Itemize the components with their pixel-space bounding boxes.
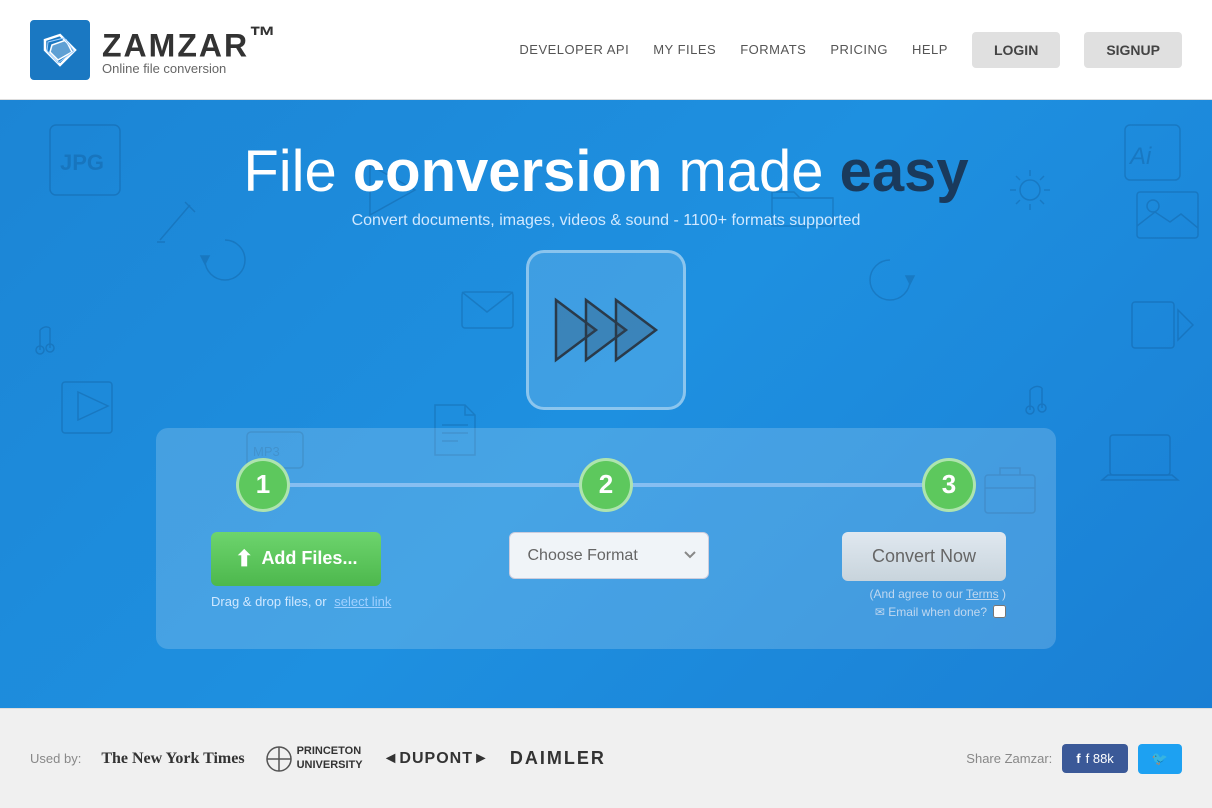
agree-text: (And agree to our Terms ) [869, 587, 1006, 601]
select-link[interactable]: select link [334, 594, 391, 609]
nav-formats[interactable]: FORMATS [740, 42, 806, 57]
nav-developer-api[interactable]: DEVELOPER API [519, 42, 629, 57]
hero-subtitle: Convert documents, images, videos & soun… [352, 212, 861, 230]
terms-link[interactable]: Terms [966, 587, 999, 601]
twitter-share-button[interactable]: 🐦 [1138, 744, 1182, 774]
fb-count: f 88k [1086, 751, 1114, 766]
twitter-icon: 🐦 [1152, 751, 1168, 766]
hero-title: File conversion made easy [243, 140, 968, 204]
facebook-share-button[interactable]: f f 88k [1062, 744, 1128, 773]
email-row: ✉ Email when done? [875, 605, 1006, 619]
conversion-panel: 1 2 3 ⬆ Add Files... Drag & drop files, … [156, 428, 1056, 649]
used-by: Used by: The New York Times PRINCETONUNI… [30, 745, 606, 773]
brand-princeton: PRINCETONUNIVERSITY [265, 745, 363, 773]
used-by-label: Used by: [30, 751, 81, 766]
add-files-button[interactable]: ⬆ Add Files... [211, 532, 381, 586]
email-when-done-checkbox[interactable] [993, 605, 1006, 618]
logo-name: ZAMZAR™ [102, 23, 278, 62]
brand-daimler: DAIMLER [510, 748, 606, 769]
hero-section: JPG MP3 [0, 100, 1212, 708]
step-2-circle: 2 [579, 458, 633, 512]
share-label: Share Zamzar: [966, 751, 1052, 766]
logo-text: ZAMZAR™ Online file conversion [102, 23, 278, 77]
svg-text:Ai: Ai [1128, 143, 1152, 170]
steps-row: 1 2 3 [206, 458, 1006, 512]
hero-title-middle: made [662, 139, 839, 204]
brand-nyt: The New York Times [101, 750, 244, 768]
step1-group: ⬆ Add Files... Drag & drop files, or sel… [211, 532, 431, 609]
logo-area: ZAMZAR™ Online file conversion [30, 20, 278, 80]
hero-title-dark: easy [840, 139, 969, 204]
add-files-label: Add Files... [261, 548, 357, 569]
convert-now-button[interactable]: Convert Now [842, 532, 1006, 581]
upload-icon: ⬆ [235, 546, 253, 572]
format-select[interactable]: Choose Format MP4 MP3 JPG PDF PNG [509, 532, 709, 579]
logo-icon [30, 20, 90, 80]
svg-text:JPG: JPG [60, 150, 104, 175]
logo-name-text: ZAMZAR [102, 27, 249, 63]
email-when-done-label: ✉ Email when done? [875, 605, 987, 619]
step3-group: Convert Now (And agree to our Terms ) ✉ … [786, 532, 1006, 619]
nav-help[interactable]: HELP [912, 42, 948, 57]
logo-tm: ™ [249, 21, 278, 51]
step2-group: Choose Format MP4 MP3 JPG PDF PNG [499, 532, 719, 579]
controls-row: ⬆ Add Files... Drag & drop files, or sel… [206, 532, 1006, 619]
nav-pricing[interactable]: PRICING [830, 42, 888, 57]
share-area: Share Zamzar: f f 88k 🐦 [966, 744, 1182, 774]
signup-button[interactable]: SIGNUP [1084, 32, 1182, 68]
nav-my-files[interactable]: MY FILES [653, 42, 716, 57]
step-3-circle: 3 [922, 458, 976, 512]
drag-drop-label: Drag & drop files, or [211, 594, 327, 609]
drag-drop-text: Drag & drop files, or select link [211, 594, 391, 609]
nav-area: DEVELOPER API MY FILES FORMATS PRICING H… [519, 32, 1182, 68]
hero-title-bold: conversion [353, 139, 662, 204]
login-button[interactable]: LOGIN [972, 32, 1060, 68]
header: ZAMZAR™ Online file conversion DEVELOPER… [0, 0, 1212, 100]
brand-dupont: ◄DUPONT► [383, 750, 490, 768]
facebook-icon: f [1076, 751, 1080, 766]
footer: Used by: The New York Times PRINCETONUNI… [0, 708, 1212, 808]
hero-title-prefix: File [243, 139, 353, 204]
logo-tagline: Online file conversion [102, 61, 278, 76]
center-logo [526, 250, 686, 410]
step-1-circle: 1 [236, 458, 290, 512]
